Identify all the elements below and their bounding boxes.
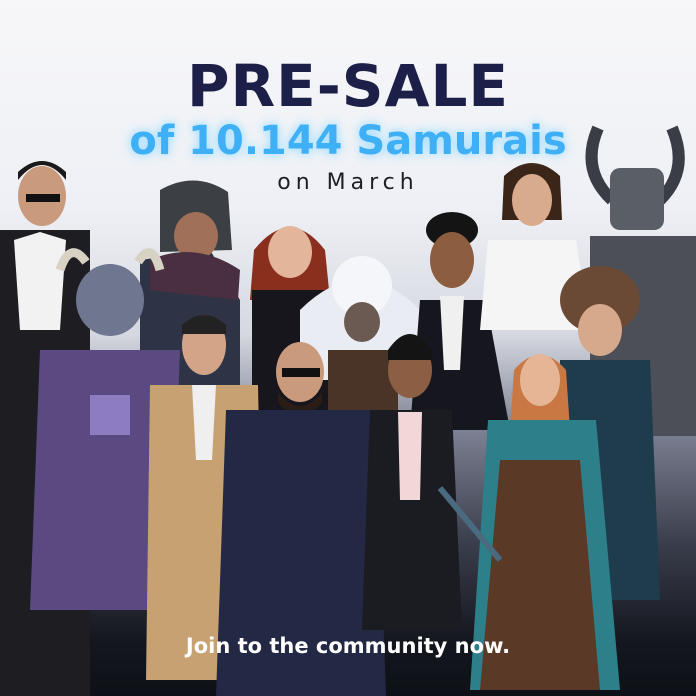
subheadline: of 10.144 Samurais: [129, 118, 567, 164]
headline: PRE-SALE: [186, 52, 510, 120]
call-to-action[interactable]: Join to the community now.: [0, 633, 696, 659]
presale-poster: PRE-SALE of 10.144 Samurais on March Joi…: [0, 0, 696, 696]
dateline: on March: [277, 170, 419, 195]
